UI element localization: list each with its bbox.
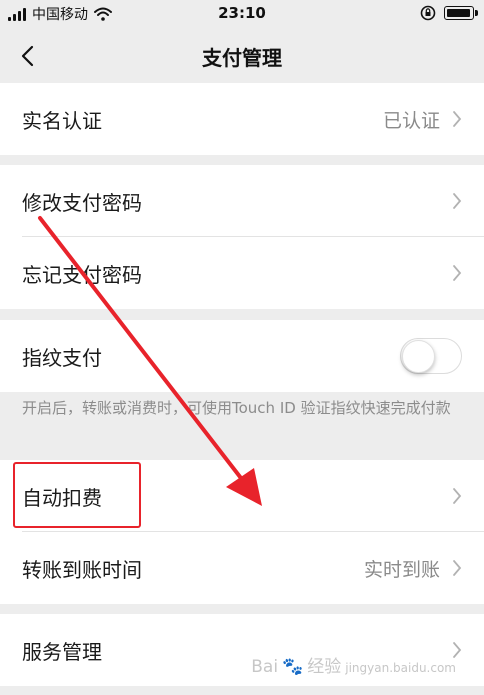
section-fingerprint: 指纹支付 [0, 320, 484, 392]
row-forgot-password[interactable]: 忘记支付密码 [0, 237, 484, 309]
fingerprint-toggle[interactable] [400, 338, 462, 374]
page-title: 支付管理 [202, 46, 282, 70]
transfer-time-value: 实时到账 [363, 558, 440, 581]
row-change-password[interactable]: 修改支付密码 [0, 165, 484, 237]
watermark-text: Bai [251, 657, 279, 677]
annotation-highlight-box [13, 462, 141, 528]
service-manage-label: 服务管理 [22, 639, 102, 664]
realname-status: 已认证 [382, 109, 440, 132]
section-password: 修改支付密码 忘记支付密码 [0, 165, 484, 309]
watermark-url: jingyan.baidu.com [345, 661, 456, 675]
row-fingerprint: 指纹支付 [0, 320, 484, 392]
paw-icon: 🐾 [282, 657, 304, 677]
chevron-right-icon [453, 560, 462, 576]
row-transfer-time[interactable]: 转账到账时间 实时到账 [0, 532, 484, 604]
chevron-right-icon [453, 488, 462, 504]
status-time: 23:10 [218, 4, 266, 22]
baidu-watermark: Bai 🐾 经验 jingyan.baidu.com [251, 652, 456, 677]
chevron-right-icon [453, 111, 462, 127]
nav-bar: 支付管理 [0, 30, 484, 82]
fingerprint-note: 开启后，转账或消费时，可使用Touch ID 验证指纹快速完成付款 [22, 399, 451, 417]
watermark-text2: 经验 [307, 657, 342, 677]
chevron-right-icon [453, 193, 462, 209]
realname-label: 实名认证 [22, 108, 102, 133]
section-identity: 实名认证 已认证 [0, 83, 484, 155]
forgot-password-label: 忘记支付密码 [22, 262, 142, 287]
change-password-label: 修改支付密码 [22, 190, 142, 215]
row-realname[interactable]: 实名认证 已认证 [0, 83, 484, 155]
status-right [420, 5, 478, 21]
status-bar: 中国移动 23:10 [0, 0, 484, 30]
chevron-right-icon [453, 265, 462, 281]
battery-icon [444, 6, 478, 20]
fingerprint-label: 指纹支付 [22, 345, 102, 370]
transfer-time-label: 转账到账时间 [22, 557, 142, 582]
toggle-knob [402, 340, 435, 373]
orientation-lock-icon [420, 5, 436, 21]
